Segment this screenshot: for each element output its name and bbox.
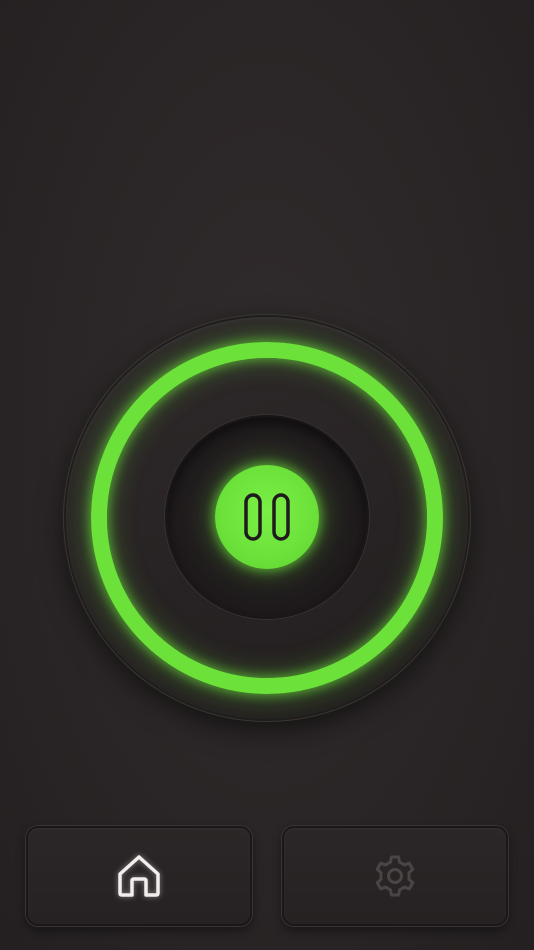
player-screen [0, 0, 534, 950]
home-button[interactable] [26, 826, 252, 926]
gear-icon [375, 855, 415, 897]
pause-button[interactable] [215, 465, 319, 569]
home-icon [118, 855, 160, 897]
settings-button[interactable] [282, 826, 508, 926]
pause-icon [244, 493, 290, 541]
